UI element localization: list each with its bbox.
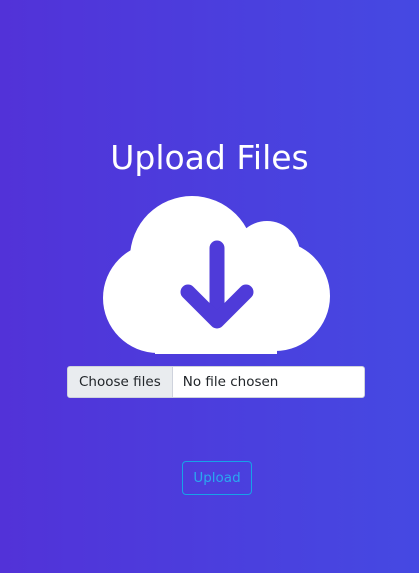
file-input[interactable]: Choose files No file chosen: [67, 366, 365, 398]
cloud-download-icon: [103, 196, 330, 354]
file-status-text: No file chosen: [182, 374, 279, 390]
upload-button[interactable]: Upload: [182, 461, 252, 495]
page-title: Upload Files: [110, 138, 309, 177]
choose-files-button[interactable]: Choose files: [68, 367, 173, 397]
